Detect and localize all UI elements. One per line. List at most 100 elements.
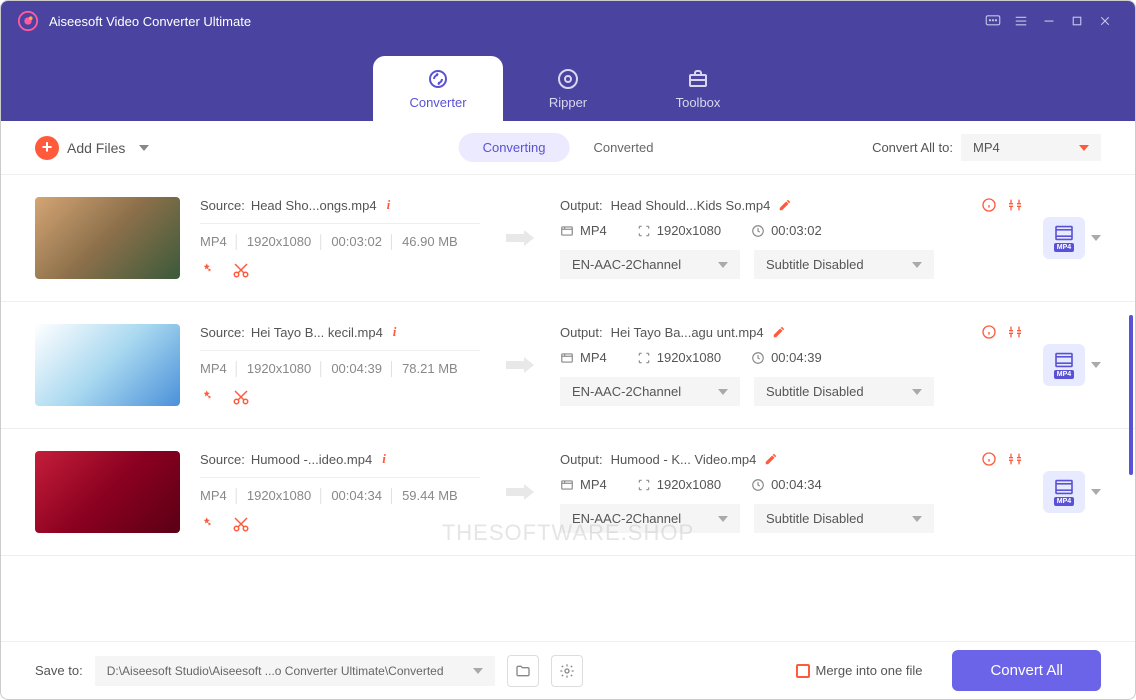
tab-converter-label: Converter: [409, 95, 466, 110]
convert-all-to-label: Convert All to:: [872, 140, 953, 155]
merge-checkbox[interactable]: Merge into one file: [796, 663, 923, 678]
feedback-button[interactable]: [979, 7, 1007, 35]
arrow-right-icon: [504, 480, 536, 504]
subtitle-select[interactable]: Subtitle Disabled: [754, 250, 934, 279]
chevron-down-icon: [139, 145, 149, 151]
output-label: Output:: [560, 325, 603, 340]
settings-button[interactable]: [551, 655, 583, 687]
source-info-icon[interactable]: [981, 451, 997, 467]
effects-icon[interactable]: [200, 388, 218, 406]
source-file: Hei Tayo B... kecil.mp4: [251, 325, 383, 340]
source-size: 46.90 MB: [382, 234, 458, 249]
info-icon[interactable]: i: [387, 197, 391, 213]
compress-icon[interactable]: [1007, 451, 1023, 467]
audio-track-select[interactable]: EN-AAC-2Channel: [560, 504, 740, 533]
app-title: Aiseesoft Video Converter Ultimate: [49, 14, 979, 29]
effects-icon[interactable]: [200, 515, 218, 533]
source-file: Head Sho...ongs.mp4: [251, 198, 377, 213]
thumbnail[interactable]: [35, 451, 180, 533]
info-icon[interactable]: i: [382, 451, 386, 467]
output-format-button[interactable]: MP4: [1043, 217, 1085, 259]
audio-track-select[interactable]: EN-AAC-2Channel: [560, 250, 740, 279]
chevron-down-icon: [1079, 145, 1089, 151]
chevron-down-icon: [718, 516, 728, 522]
format-badge-label: MP4: [1054, 243, 1074, 252]
source-info-icon[interactable]: [981, 324, 997, 340]
chevron-down-icon[interactable]: [1091, 489, 1101, 495]
effects-icon[interactable]: [200, 261, 218, 279]
chevron-down-icon[interactable]: [1091, 235, 1101, 241]
output-format-spec: MP4: [560, 223, 607, 238]
thumbnail[interactable]: [35, 324, 180, 406]
arrow-right-icon: [504, 226, 536, 250]
source-format: MP4: [200, 361, 227, 376]
source-size: 78.21 MB: [382, 361, 458, 376]
maximize-button[interactable]: [1063, 7, 1091, 35]
save-path-value: D:\Aiseesoft Studio\Aiseesoft ...o Conve…: [107, 664, 444, 678]
close-button[interactable]: [1091, 7, 1119, 35]
source-label: Source:: [200, 325, 245, 340]
tab-toolbox[interactable]: Toolbox: [633, 56, 763, 121]
tab-ripper[interactable]: Ripper: [503, 56, 633, 121]
open-folder-button[interactable]: [507, 655, 539, 687]
chevron-down-icon: [718, 262, 728, 268]
add-files-button[interactable]: + Add Files: [35, 136, 149, 160]
chevron-down-icon[interactable]: [1091, 362, 1101, 368]
compress-icon[interactable]: [1007, 324, 1023, 340]
sub-tab-converted[interactable]: Converted: [569, 133, 677, 162]
output-duration-spec: 00:04:34: [751, 477, 822, 492]
output-format-spec: MP4: [560, 350, 607, 365]
cut-icon[interactable]: [232, 515, 250, 533]
output-resolution-spec: 1920x1080: [637, 350, 721, 365]
divider: [200, 477, 480, 478]
output-file: Hei Tayo Ba...agu unt.mp4: [611, 325, 764, 340]
edit-icon[interactable]: [764, 452, 778, 466]
source-label: Source:: [200, 198, 245, 213]
checkbox-icon: [796, 664, 810, 678]
source-size: 59.44 MB: [382, 488, 458, 503]
compress-icon[interactable]: [1007, 197, 1023, 213]
subtitle-select[interactable]: Subtitle Disabled: [754, 504, 934, 533]
edit-icon[interactable]: [778, 198, 792, 212]
app-logo-icon: [17, 10, 39, 32]
minimize-button[interactable]: [1035, 7, 1063, 35]
toolbar: + Add Files Converting Converted Convert…: [1, 121, 1135, 175]
save-to-label: Save to:: [35, 663, 83, 678]
output-format-button[interactable]: MP4: [1043, 471, 1085, 513]
source-format: MP4: [200, 488, 227, 503]
subtitle-select[interactable]: Subtitle Disabled: [754, 377, 934, 406]
source-file: Humood -...ideo.mp4: [251, 452, 372, 467]
output-format-button[interactable]: MP4: [1043, 344, 1085, 386]
info-icon[interactable]: i: [393, 324, 397, 340]
menu-button[interactable]: [1007, 7, 1035, 35]
tab-toolbox-label: Toolbox: [676, 95, 721, 110]
audio-track-select[interactable]: EN-AAC-2Channel: [560, 377, 740, 406]
list-item: Source: Head Sho...ongs.mp4 i MP41920x10…: [1, 175, 1135, 302]
chevron-down-icon: [912, 262, 922, 268]
format-badge-label: MP4: [1054, 497, 1074, 506]
thumbnail[interactable]: [35, 197, 180, 279]
save-path-select[interactable]: D:\Aiseesoft Studio\Aiseesoft ...o Conve…: [95, 656, 495, 686]
divider: [200, 223, 480, 224]
convert-all-button[interactable]: Convert All: [952, 650, 1101, 691]
sub-tab-converting[interactable]: Converting: [459, 133, 570, 162]
cut-icon[interactable]: [232, 388, 250, 406]
chevron-down-icon: [912, 389, 922, 395]
convert-all-format-select[interactable]: MP4: [961, 134, 1101, 161]
scrollbar[interactable]: [1129, 315, 1133, 475]
source-resolution: 1920x1080: [227, 488, 311, 503]
source-format: MP4: [200, 234, 227, 249]
main-tabs: Converter Ripper Toolbox: [1, 41, 1135, 121]
tab-converter[interactable]: Converter: [373, 56, 503, 121]
chevron-down-icon: [718, 389, 728, 395]
edit-icon[interactable]: [772, 325, 786, 339]
source-info-icon[interactable]: [981, 197, 997, 213]
output-label: Output:: [560, 198, 603, 213]
plus-icon: +: [35, 136, 59, 160]
cut-icon[interactable]: [232, 261, 250, 279]
output-format-spec: MP4: [560, 477, 607, 492]
source-resolution: 1920x1080: [227, 234, 311, 249]
output-duration-spec: 00:04:39: [751, 350, 822, 365]
source-duration: 00:04:39: [311, 361, 382, 376]
source-duration: 00:03:02: [311, 234, 382, 249]
